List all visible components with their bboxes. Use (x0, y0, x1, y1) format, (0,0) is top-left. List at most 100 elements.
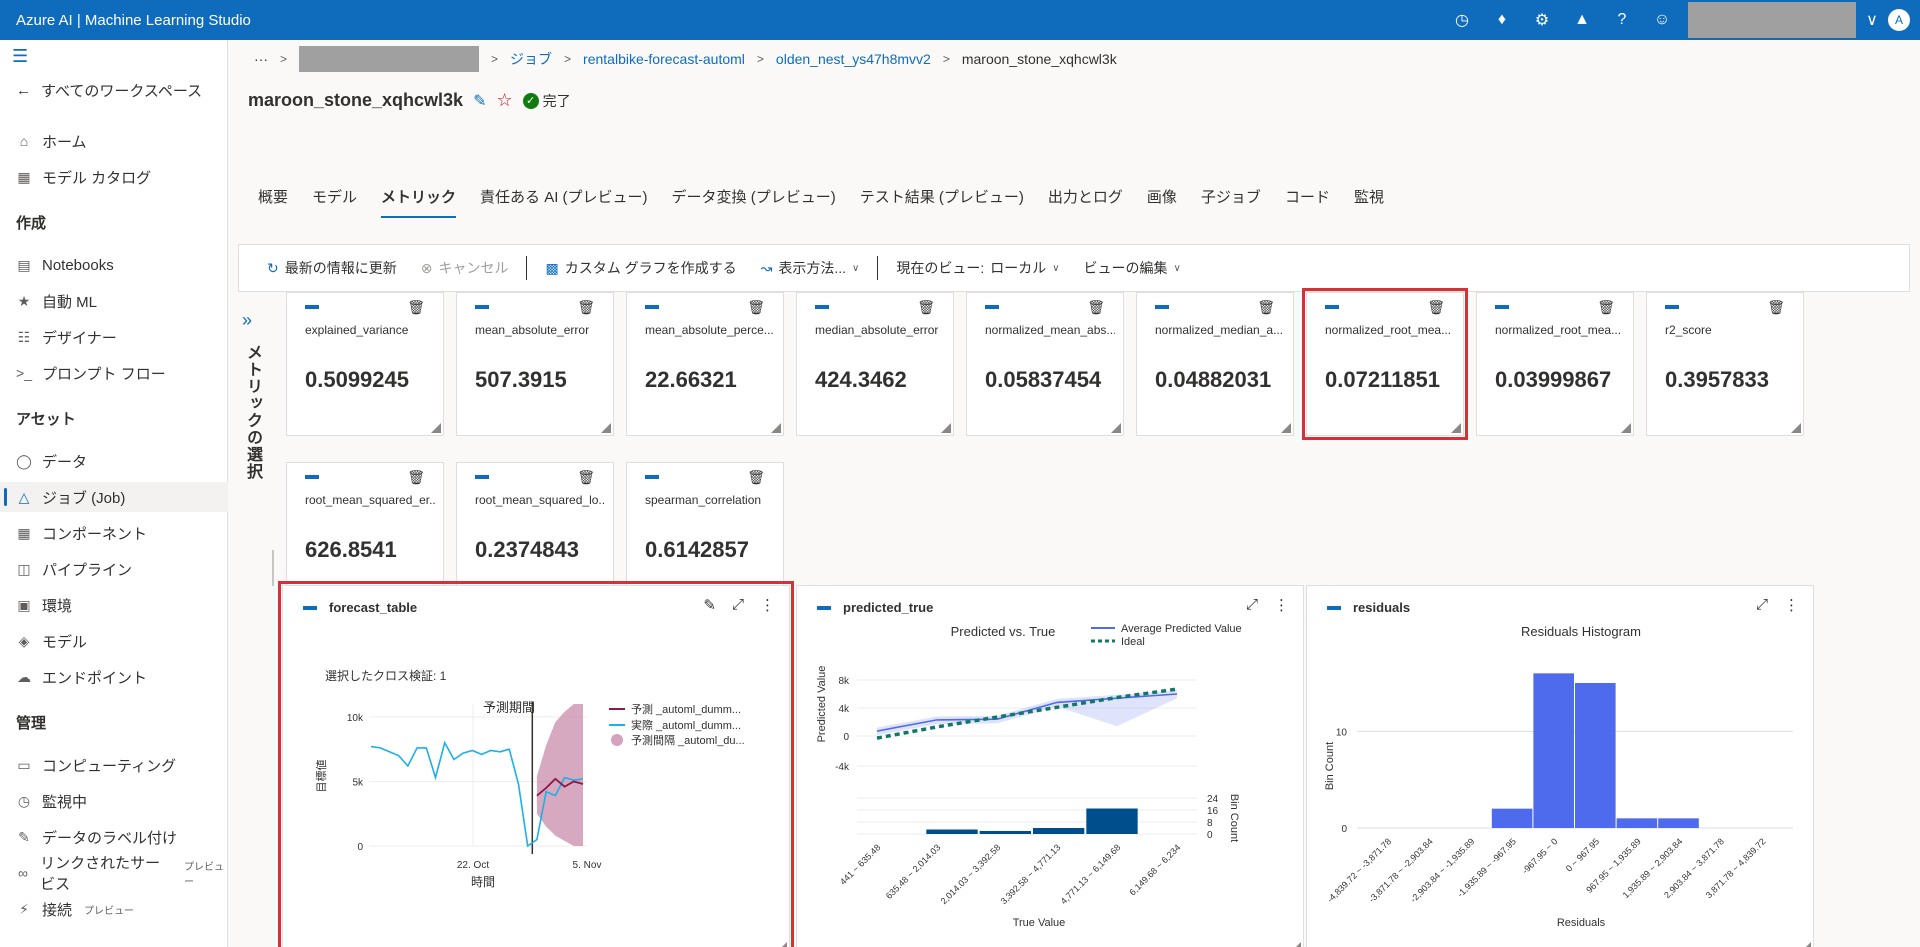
tab-images[interactable]: 画像 (1135, 178, 1189, 218)
avatar[interactable]: A (1888, 9, 1910, 31)
tab-metrics[interactable]: メトリック (369, 178, 468, 218)
metrics-selector-panel[interactable]: » メトリックの選択 (236, 304, 270, 504)
delete-icon[interactable]: 🗑 (407, 469, 425, 486)
hamburger-icon[interactable]: ☰ (12, 46, 28, 67)
current-view-dropdown[interactable]: 現在のビュー: ローカル ∨ (884, 258, 1071, 278)
sidebar-item-promptflow[interactable]: >_ プロンプト フロー (16, 358, 228, 388)
resize-handle[interactable] (431, 423, 441, 433)
resize-handle[interactable] (1621, 423, 1631, 433)
clock-icon[interactable]: ◷ (1442, 0, 1482, 40)
resize-handle[interactable] (1451, 423, 1461, 433)
sidebar-item-models[interactable]: ◈ モデル (16, 626, 228, 656)
delete-icon[interactable]: 🗑 (1767, 299, 1785, 316)
resize-handle[interactable] (601, 423, 611, 433)
resize-handle[interactable] (941, 423, 951, 433)
delete-icon[interactable]: 🗑 (917, 299, 935, 316)
delete-icon[interactable]: 🗑 (1087, 299, 1105, 316)
delete-icon[interactable]: 🗑 (1427, 299, 1445, 316)
drag-handle-icon[interactable] (1155, 305, 1169, 309)
expand-panel-icon[interactable]: » (242, 310, 252, 331)
megaphone-icon[interactable]: ▲ (1562, 0, 1602, 40)
back-to-workspaces[interactable]: ← すべてのワークスペース (16, 80, 202, 101)
sidebar-item-catalog[interactable]: ▦ モデル カタログ (16, 162, 228, 192)
drag-handle-icon[interactable] (645, 305, 659, 309)
breadcrumb-more[interactable]: ··· (254, 51, 268, 67)
app-title[interactable]: Azure AI | Machine Learning Studio (0, 12, 251, 29)
drag-handle-icon[interactable] (815, 305, 829, 309)
sidebar-item-monitoring[interactable]: ◷ 監視中 (16, 786, 228, 816)
refresh-button[interactable]: ↻ 最新の情報に更新 (255, 258, 409, 278)
drag-handle-icon[interactable] (1325, 305, 1339, 309)
edit-icon[interactable]: ✎ (473, 91, 486, 111)
resize-handle[interactable] (1291, 942, 1301, 947)
drag-handle-icon[interactable] (475, 475, 489, 479)
sidebar-item-automl[interactable]: ★ 自動 ML (16, 286, 228, 316)
drag-handle-icon[interactable] (305, 305, 319, 309)
redacted-workspace-selector[interactable] (1688, 2, 1856, 38)
metric-value: 22.66321 (645, 367, 737, 392)
custom-chart-button[interactable]: ▩ カスタム グラフを作成する (533, 258, 748, 278)
drag-handle-icon[interactable] (305, 475, 319, 479)
metric-value: 424.3462 (815, 367, 907, 392)
sidebar-item-data[interactable]: ◯ データ (16, 446, 228, 476)
drag-handle-icon[interactable] (985, 305, 999, 309)
tab-responsible-ai[interactable]: 責任ある AI (プレビュー) (468, 178, 660, 218)
drag-handle-icon[interactable] (645, 475, 659, 479)
delete-icon[interactable]: 🗑 (407, 299, 425, 316)
metric-name: median_absolute_error (815, 323, 939, 337)
edit-view-button[interactable]: ビューの編集 ∨ (1072, 258, 1193, 278)
tab-outputs-logs[interactable]: 出力とログ (1036, 178, 1135, 218)
sidebar-item-connections[interactable]: ⚡ 接続 プレビュー (16, 894, 228, 924)
tab-test-results[interactable]: テスト結果 (プレビュー) (848, 178, 1036, 218)
predicted-true-card: predicted_true ⤢ ⋮ Predicted vs. True Aver… (796, 585, 1304, 947)
sidebar-item-jobs[interactable]: △ ジョブ (Job) (0, 482, 228, 512)
delete-icon[interactable]: 🗑 (1257, 299, 1275, 316)
gear-icon[interactable]: ⚙ (1522, 0, 1562, 40)
resize-handle[interactable] (1801, 942, 1811, 947)
sidebar-item-home[interactable]: ⌂ ホーム (16, 126, 228, 156)
star-icon[interactable]: ☆ (496, 90, 512, 111)
bell-icon[interactable]: ♦ (1482, 0, 1522, 40)
breadcrumb-parent[interactable]: olden_nest_ys47h8mvv2 (776, 51, 931, 67)
tab-monitoring[interactable]: 監視 (1342, 178, 1396, 218)
metric-card: 🗑 mean_absolute_perce... 22.66321 (626, 292, 784, 436)
resize-handle[interactable] (1281, 423, 1291, 433)
sidebar-item-compute[interactable]: ▭ コンピューティング (16, 750, 228, 780)
cancel-button[interactable]: ⊗ キャンセル (409, 258, 521, 278)
display-mode-button[interactable]: ↝ 表示方法... ∨ (749, 258, 872, 278)
help-icon[interactable]: ? (1602, 0, 1642, 40)
tab-child-jobs[interactable]: 子ジョブ (1189, 178, 1273, 218)
resize-handle[interactable] (1111, 423, 1121, 433)
tab-code[interactable]: コード (1273, 178, 1342, 218)
redacted-workspace[interactable] (299, 46, 480, 72)
delete-icon[interactable]: 🗑 (747, 469, 765, 486)
drag-handle-icon[interactable] (1665, 305, 1679, 309)
drag-handle-icon[interactable] (1495, 305, 1509, 309)
sidebar-item-label: モデル カタログ (42, 169, 152, 187)
sidebar-item-labeling[interactable]: ✎ データのラベル付け (16, 822, 228, 852)
tab-overview[interactable]: 概要 (246, 178, 300, 218)
metric-card: 🗑 mean_absolute_error 507.3915 (456, 292, 614, 436)
resize-handle[interactable] (771, 423, 781, 433)
delete-icon[interactable]: 🗑 (1597, 299, 1615, 316)
resize-handle[interactable] (1791, 423, 1801, 433)
delete-icon[interactable]: 🗑 (577, 299, 595, 316)
drag-handle-icon[interactable] (475, 305, 489, 309)
resize-handle[interactable] (777, 942, 787, 947)
panel-resize-handle[interactable] (272, 550, 274, 586)
sidebar-item-environments[interactable]: ▣ 環境 (16, 590, 228, 620)
tab-data-transform[interactable]: データ変換 (プレビュー) (660, 178, 848, 218)
smiley-icon[interactable]: ☺ (1642, 0, 1682, 40)
breadcrumb-jobs[interactable]: ジョブ (510, 49, 552, 69)
sidebar-item-designer[interactable]: ☷ デザイナー (16, 322, 228, 352)
sidebar-item-linked[interactable]: ∞ リンクされたサービス プレビュー (16, 855, 228, 893)
chevron-down-icon[interactable]: ∨ (1862, 0, 1882, 40)
sidebar-item-components[interactable]: ▦ コンポーネント (16, 518, 228, 548)
delete-icon[interactable]: 🗑 (577, 469, 595, 486)
breadcrumb-experiment[interactable]: rentalbike-forecast-automl (583, 51, 745, 67)
delete-icon[interactable]: 🗑 (747, 299, 765, 316)
tab-models[interactable]: モデル (300, 178, 369, 218)
sidebar-item-pipelines[interactable]: ◫ パイプライン (16, 554, 228, 584)
sidebar-item-endpoints[interactable]: ☁ エンドポイント (16, 662, 228, 692)
sidebar-item-notebooks[interactable]: ▤ Notebooks (16, 250, 228, 280)
